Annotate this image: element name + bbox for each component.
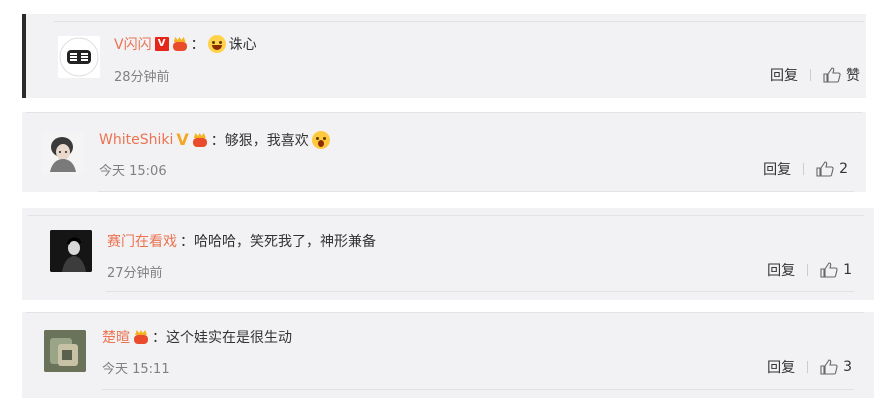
comment-time: 27分钟前 — [107, 266, 163, 281]
fan-badge-icon[interactable] — [192, 133, 208, 147]
thumbs-up-icon[interactable] — [823, 67, 841, 83]
thumbs-up-icon[interactable] — [820, 262, 838, 278]
comment-card: WhiteShiki V ：够狠，我喜欢 今天 15:06 回复 2 — [22, 112, 866, 192]
fan-badge-icon[interactable] — [133, 330, 149, 344]
reply-button[interactable]: 回复 — [763, 159, 791, 179]
divider — [807, 361, 809, 373]
comment-time: 28分钟前 — [114, 70, 170, 85]
divider — [807, 264, 809, 276]
username-link[interactable]: V闪闪 — [114, 34, 152, 54]
comment-line: WhiteShiki V ：够狠，我喜欢 — [99, 130, 330, 150]
divider — [102, 389, 854, 390]
comment-line: 赛门在看戏 ：哈哈哈，笑死我了，神形兼备 — [107, 231, 376, 251]
thumbs-up-icon[interactable] — [816, 161, 834, 177]
v-red-badge-icon[interactable]: V — [154, 37, 169, 51]
avatar[interactable] — [58, 36, 100, 78]
divider — [98, 191, 854, 192]
username-link[interactable]: 楚暄 — [102, 327, 130, 347]
like-button[interactable]: 1 — [843, 262, 852, 278]
comment-actions: 回复 3 — [767, 357, 852, 377]
like-button[interactable]: 2 — [839, 161, 848, 177]
comment-card: 赛门在看戏 ：哈哈哈，笑死我了，神形兼备 27分钟前 回复 1 — [22, 208, 874, 300]
avatar[interactable] — [50, 230, 92, 272]
comment-card: V闪闪 V ： 诛心 28分钟前 回复 赞 — [22, 14, 866, 98]
highlight-bar — [22, 14, 26, 98]
thumbs-up-icon[interactable] — [820, 359, 838, 375]
divider — [26, 112, 862, 113]
username-link[interactable]: 赛门在看戏 — [107, 231, 177, 251]
reply-button[interactable]: 回复 — [767, 357, 795, 377]
avatar[interactable] — [42, 132, 84, 174]
comment-card: 楚暄 ：这个娃实在是很生动 今天 15:11 回复 3 — [22, 312, 874, 398]
divider — [54, 21, 864, 22]
like-button[interactable]: 赞 — [846, 65, 860, 85]
username-link[interactable]: WhiteShiki — [99, 132, 173, 148]
comment-line: V闪闪 V ： 诛心 — [114, 34, 257, 54]
divider — [803, 163, 805, 175]
screaming-emoji-icon — [311, 131, 330, 149]
reply-button[interactable]: 回复 — [767, 260, 795, 280]
comment-time: 今天 15:06 — [99, 164, 167, 179]
comment-separator: ： — [190, 37, 205, 53]
divider — [106, 291, 854, 292]
reply-button[interactable]: 回复 — [770, 65, 798, 85]
like-button[interactable]: 3 — [843, 359, 852, 375]
divider — [810, 69, 811, 81]
fan-badge-icon[interactable] — [172, 37, 188, 51]
comment-actions: 回复 赞 — [770, 65, 860, 85]
comment-text: ：这个娃实在是很生动 — [152, 330, 292, 346]
laughing-tears-emoji-icon — [207, 35, 226, 53]
divider — [28, 215, 864, 216]
comment-actions: 回复 2 — [763, 159, 848, 179]
comment-line: 楚暄 ：这个娃实在是很生动 — [102, 327, 292, 347]
comment-time: 今天 15:11 — [102, 362, 170, 377]
comment-actions: 回复 1 — [767, 260, 852, 280]
divider — [26, 312, 864, 313]
comment-text: ：够狠，我喜欢 — [210, 133, 309, 149]
v-gold-badge-icon[interactable]: V — [176, 132, 188, 148]
comment-text: ：哈哈哈，笑死我了，神形兼备 — [180, 234, 376, 250]
avatar[interactable] — [44, 330, 86, 372]
comment-text: 诛心 — [228, 37, 257, 53]
